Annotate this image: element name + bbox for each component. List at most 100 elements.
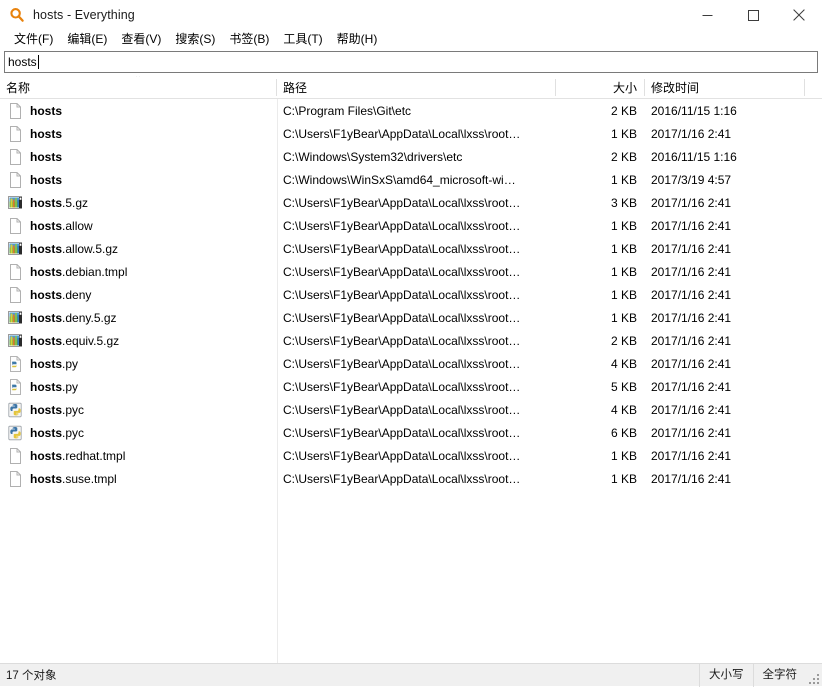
menu-bookmarks[interactable]: 书签(B) xyxy=(222,30,276,49)
column-header-size-label: 大小 xyxy=(612,81,637,95)
file-name: hosts.py xyxy=(30,357,78,371)
row-name-cell: hosts.pyc xyxy=(0,398,277,421)
table-row[interactable]: hosts.py C:\Users\F1yBear\AppData\Local\l… xyxy=(0,352,822,375)
row-date-cell: 2017/1/16 2:41 xyxy=(651,379,732,394)
table-row[interactable]: hosts.deny C:\Users\F1yBear\AppData\Local… xyxy=(0,283,822,306)
file-name-extension: .suse.tmpl xyxy=(62,471,117,486)
row-date-cell: 2017/1/16 2:41 xyxy=(651,310,732,325)
file-name-match: hosts xyxy=(30,241,63,256)
row-name-cell: hosts.suse.tmpl xyxy=(0,467,277,490)
menu-edit[interactable]: 编辑(E) xyxy=(60,30,114,49)
generic-file-icon xyxy=(8,102,23,119)
file-name-match: hosts xyxy=(30,149,63,164)
file-name-match: hosts xyxy=(30,425,63,440)
magnifier-icon xyxy=(9,7,25,23)
table-row[interactable]: hosts.py C:\Users\F1yBear\AppData\Local\l… xyxy=(0,375,822,398)
menu-bar: 文件(F) 编辑(E) 查看(V) 搜索(S) 书签(B) 工具(T) 帮助(H… xyxy=(0,30,822,49)
row-path-cell: C:\Windows\System32\drivers\etc xyxy=(283,149,463,164)
menu-help[interactable]: 帮助(H) xyxy=(330,30,385,49)
results-list[interactable]: hosts C:\Program Files\Git\etc 2 KB 2016/11… xyxy=(0,99,822,663)
file-name: hosts.deny xyxy=(30,288,91,302)
row-size-cell: 1 KB xyxy=(610,264,637,279)
table-row[interactable]: hosts.debian.tmpl C:\Users\F1yBear\AppDat… xyxy=(0,260,822,283)
table-row[interactable]: hosts.pyc C:\Users\F1yBear\AppData\Local\… xyxy=(0,421,822,444)
row-name-cell: hosts xyxy=(0,99,277,122)
row-path-cell: C:\Users\F1yBear\AppData\Local\lxss\root… xyxy=(283,218,521,233)
menu-search[interactable]: 搜索(S) xyxy=(168,30,222,49)
archive-image-icon xyxy=(8,310,23,326)
search-input[interactable]: hosts xyxy=(4,51,818,73)
python-compiled-icon xyxy=(8,402,23,418)
column-header-name[interactable]: 名称 ⌃ xyxy=(0,76,277,99)
table-row[interactable]: hosts.suse.tmpl C:\Users\F1yBear\AppData\… xyxy=(0,467,822,490)
column-header-path[interactable]: 路径 xyxy=(277,76,556,99)
row-path-cell: C:\Users\F1yBear\AppData\Local\lxss\root… xyxy=(283,356,521,371)
row-path-cell: C:\Users\F1yBear\AppData\Local\lxss\root… xyxy=(283,264,521,279)
python-source-icon xyxy=(8,378,23,395)
column-header-size[interactable]: 大小 xyxy=(556,76,645,99)
row-date-cell: 2017/1/16 2:41 xyxy=(651,356,732,371)
generic-file-icon xyxy=(8,125,23,142)
column-header-path-label: 路径 xyxy=(283,81,308,95)
file-name: hosts.suse.tmpl xyxy=(30,472,117,486)
row-size-cell: 1 KB xyxy=(610,241,637,256)
table-row[interactable]: hosts.allow.5.gz C:\Users\F1yBear\AppData… xyxy=(0,237,822,260)
table-row[interactable]: hosts.redhat.tmpl C:\Users\F1yBear\AppDat… xyxy=(0,444,822,467)
minimize-button[interactable] xyxy=(684,0,730,30)
search-bar: hosts xyxy=(0,49,822,76)
file-name-extension: .debian.tmpl xyxy=(62,264,128,279)
close-button[interactable] xyxy=(776,0,822,30)
file-name-match: hosts xyxy=(30,402,63,417)
maximize-button[interactable] xyxy=(730,0,776,30)
row-size-cell: 2 KB xyxy=(610,149,637,164)
file-name-extension: .py xyxy=(62,379,79,394)
row-date-cell: 2017/1/16 2:41 xyxy=(651,241,732,256)
match-whole-word-toggle[interactable]: 全字符 xyxy=(752,663,807,687)
file-name-match: hosts xyxy=(30,379,63,394)
file-name-match: hosts xyxy=(30,333,63,348)
file-name: hosts.redhat.tmpl xyxy=(30,449,125,463)
row-path-cell: C:\Users\F1yBear\AppData\Local\lxss\root… xyxy=(283,471,521,486)
row-size-cell: 1 KB xyxy=(610,126,637,141)
generic-file-icon xyxy=(8,470,23,487)
file-name: hosts.debian.tmpl xyxy=(30,265,127,279)
table-row[interactable]: hosts.allow C:\Users\F1yBear\AppData\Loca… xyxy=(0,214,822,237)
table-row[interactable]: hosts C:\Program Files\Git\etc 2 KB 2016/11… xyxy=(0,99,822,122)
row-path-cell: C:\Users\F1yBear\AppData\Local\lxss\root… xyxy=(283,402,521,417)
menu-view[interactable]: 查看(V) xyxy=(114,30,168,49)
menu-tools[interactable]: 工具(T) xyxy=(276,30,329,49)
column-header-date[interactable]: 修改时间 xyxy=(645,76,805,99)
file-name-match: hosts xyxy=(30,287,63,302)
match-case-toggle[interactable]: 大小写 xyxy=(699,663,753,687)
status-bar: 17 个对象 大小写 全字符 xyxy=(0,663,822,687)
table-row[interactable]: hosts.pyc C:\Users\F1yBear\AppData\Local\… xyxy=(0,398,822,421)
file-name: hosts.allow xyxy=(30,219,93,233)
resize-grip-icon[interactable] xyxy=(806,664,822,687)
generic-file-icon xyxy=(8,286,23,303)
file-name: hosts.deny.5.gz xyxy=(30,311,117,325)
file-name: hosts xyxy=(30,173,62,187)
row-name-cell: hosts xyxy=(0,122,277,145)
row-name-cell: hosts.deny xyxy=(0,283,277,306)
file-name-extension: .allow xyxy=(62,218,93,233)
everything-window: hosts - Everything 文件(F) 编辑(E) 查看(V) 搜索(… xyxy=(0,0,822,687)
file-name-match: hosts xyxy=(30,126,63,141)
menu-file[interactable]: 文件(F) xyxy=(7,30,60,49)
table-row[interactable]: hosts C:\Windows\System32\drivers\etc 2 KB… xyxy=(0,145,822,168)
row-size-cell: 6 KB xyxy=(610,425,637,440)
python-compiled-icon xyxy=(8,425,23,441)
row-date-cell: 2016/11/15 1:16 xyxy=(651,149,737,164)
file-name-match: hosts xyxy=(30,195,63,210)
table-row[interactable]: hosts.deny.5.gz C:\Users\F1yBear\AppData\… xyxy=(0,306,822,329)
table-row[interactable]: hosts C:\Windows\WinSxS\amd64_microsoft-w… xyxy=(0,168,822,191)
table-row[interactable]: hosts C:\Users\F1yBear\AppData\Local\lxss… xyxy=(0,122,822,145)
table-row[interactable]: hosts.5.gz C:\Users\F1yBear\AppData\Local… xyxy=(0,191,822,214)
row-date-cell: 2017/1/16 2:41 xyxy=(651,402,732,417)
table-row[interactable]: hosts.equiv.5.gz C:\Users\F1yBear\AppData… xyxy=(0,329,822,352)
file-name-match: hosts xyxy=(30,264,63,279)
archive-image-icon xyxy=(8,333,23,349)
column-header-date-label: 修改时间 xyxy=(651,81,700,95)
file-name: hosts.pyc xyxy=(30,403,84,417)
file-name-match: hosts xyxy=(30,172,63,187)
row-date-cell: 2017/1/16 2:41 xyxy=(651,333,732,348)
